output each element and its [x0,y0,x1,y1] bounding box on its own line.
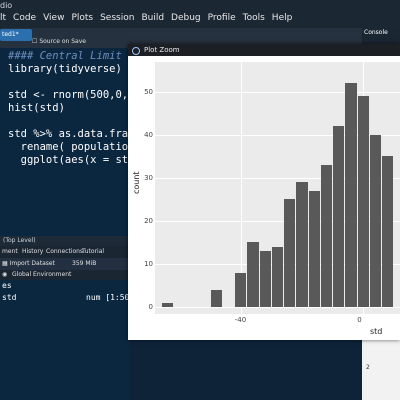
y-tick-label: 30 [144,173,153,182]
y-tick-label: 20 [144,216,153,225]
histogram-plot-area [155,62,400,314]
env-var-value: num [1:50 [86,293,130,302]
menu-item-help[interactable]: Help [272,13,293,23]
source-on-save-label: Source on Save [39,38,86,45]
plot-zoom-title: Plot Zoom [144,46,180,54]
histogram-bar [161,302,173,307]
y-tick-label: 10 [144,259,153,268]
menu-item-view[interactable]: View [43,13,64,23]
source-on-save-checkbox[interactable]: ☐ Source on Save [32,38,86,45]
viewer-panel: 2 2 [362,330,400,400]
memory-usage[interactable]: 359 MiB [72,260,96,267]
histogram-bar [259,250,271,307]
histogram-bar [320,164,333,307]
viewer-value-2: 2 [366,364,370,371]
menu-item-code[interactable]: Code [13,13,36,23]
import-icon: ▦ [2,260,8,267]
y-tick-label: 0 [148,303,153,311]
import-dataset-label: Import Dataset [9,260,55,267]
tab-console[interactable]: Console [364,29,388,36]
histogram-bar [235,272,247,307]
histogram-bar [284,199,296,307]
histogram-bar [296,182,308,307]
y-ticks: 0 10 20 30 40 50 [128,62,153,314]
menu-item-plots[interactable]: Plots [71,13,93,23]
environment-toolbar: ▦ Import Dataset 359 MiB [0,258,130,270]
histogram-bar [357,95,369,307]
histogram-bar [210,289,222,307]
x-tick-label: -40 [234,316,247,324]
menu-item-profile[interactable]: Profile [208,13,236,23]
import-dataset-button[interactable]: ▦ Import Dataset [2,260,55,267]
plot-zoom-titlebar[interactable]: Plot Zoom [128,44,400,56]
global-environment-label: Global Environment [12,271,72,278]
histogram-bar [333,126,345,307]
menu-item-build[interactable]: Build [141,13,164,23]
environment-tabs: ment History Connections Tutorial [0,246,130,258]
global-environment-dropdown[interactable]: ◉ Global Environment [0,270,130,280]
rstudio-icon [132,47,140,55]
menu-item-session[interactable]: Session [100,13,134,23]
histogram-bar [271,246,284,307]
histogram-bar [308,190,320,307]
x-tick-label: 0 [357,316,362,324]
x-axis-label: std [370,327,383,336]
env-section-values: es [2,281,12,290]
menu-item-debug[interactable]: Debug [171,13,201,23]
menu-item-tools[interactable]: Tools [243,13,265,23]
scope-indicator[interactable]: (Top Level) [0,236,133,246]
tab-tutorial[interactable]: Tutorial [82,248,104,255]
environment-list: es std num [1:50 [0,280,130,400]
x-ticks: -40 0 [155,316,400,326]
plot-zoom-window[interactable]: Plot Zoom count 0 10 20 30 40 50 -40 0 std [128,44,400,340]
tab-history[interactable]: History [22,248,43,255]
histogram-bar [247,242,259,307]
histogram-bar [369,134,382,307]
editor-tab[interactable]: ted1* [0,29,32,41]
tab-environment[interactable]: ment [2,248,18,255]
histogram-bar [382,156,394,307]
y-tick-label: 50 [144,87,153,96]
menu-item-lt[interactable]: lt [0,13,6,23]
tab-connections[interactable]: Connections [46,248,83,255]
histogram-bar [345,82,357,307]
r-env-icon: ◉ [2,271,8,278]
y-tick-label: 40 [144,130,153,139]
menu-items: lt Code View Plots Session Build Debug Profile T… [0,13,292,23]
env-var-name[interactable]: std [2,293,16,302]
checkbox-icon: ☐ [32,38,38,45]
menu-bar: dio lt Code View Plots Session Build Debug Prof… [0,0,400,28]
app-title: dio [0,1,13,10]
